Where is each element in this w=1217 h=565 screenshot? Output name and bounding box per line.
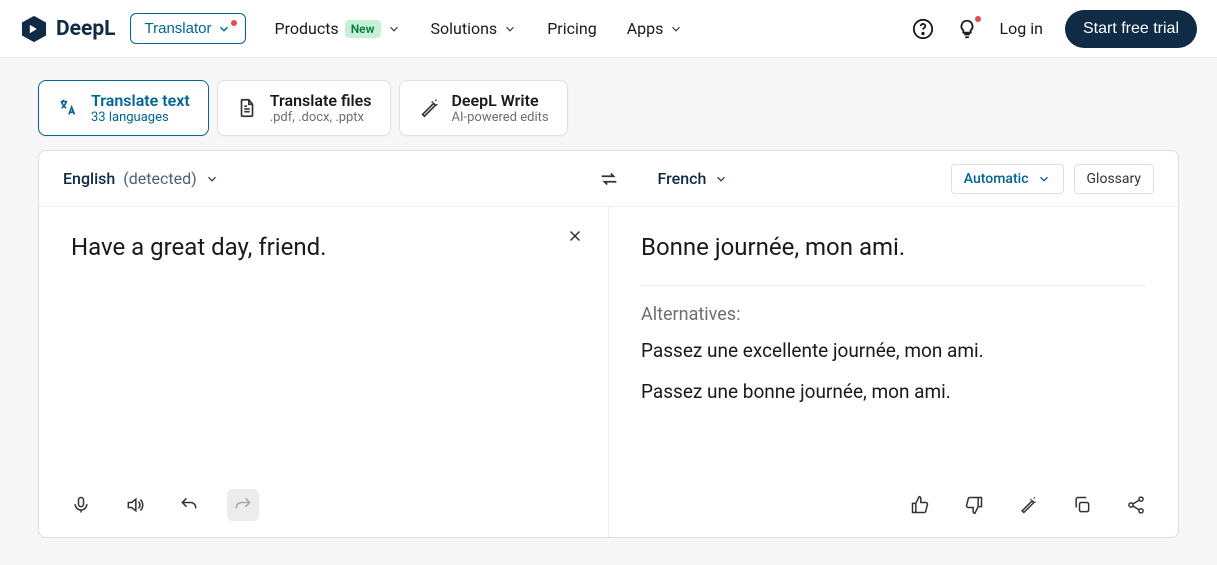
microphone-button[interactable] <box>65 489 97 521</box>
tab-write[interactable]: DeepL Write AI-powered edits <box>399 80 568 136</box>
close-icon <box>566 227 584 245</box>
glossary-label: Glossary <box>1087 171 1141 187</box>
glossary-button[interactable]: Glossary <box>1074 164 1154 194</box>
translator-label: Translator <box>145 20 212 37</box>
copy-button[interactable] <box>1066 489 1098 521</box>
chevron-down-icon <box>217 22 231 36</box>
redo-icon <box>233 495 253 515</box>
microphone-icon <box>71 495 91 515</box>
thumbs-down-button[interactable] <box>958 489 990 521</box>
nav-apps[interactable]: Apps <box>627 19 684 38</box>
alternatives-label: Alternatives: <box>641 304 1146 325</box>
translator-panel: English (detected) French Automatic Glos… <box>38 150 1179 538</box>
chevron-down-icon <box>669 22 683 36</box>
target-column: Bonne journée, mon ami. Alternatives: Pa… <box>609 207 1178 537</box>
share-button[interactable] <box>1120 489 1152 521</box>
thumbs-down-icon <box>964 495 984 515</box>
swap-icon <box>598 168 620 190</box>
target-toolbar <box>904 489 1152 521</box>
chevron-down-icon <box>1037 172 1051 186</box>
nav-solutions[interactable]: Solutions <box>431 19 518 38</box>
notifications-button[interactable] <box>956 18 978 40</box>
source-toolbar <box>65 489 259 521</box>
tab-translate-text-title: Translate text <box>91 91 190 110</box>
chevron-down-icon <box>503 22 517 36</box>
nav-products[interactable]: Products New <box>274 19 400 38</box>
source-column: Have a great day, friend. <box>39 207 609 537</box>
alternative-item[interactable]: Passez une excellente journée, mon ami. <box>641 339 1146 362</box>
help-button[interactable] <box>912 18 934 40</box>
tab-translate-text[interactable]: Translate text 33 languages <box>38 80 209 136</box>
improve-button[interactable] <box>1012 489 1044 521</box>
translate-text-icon <box>57 97 79 119</box>
detected-label: (detected) <box>123 169 196 188</box>
logo-text: DeepL <box>56 17 116 41</box>
undo-icon <box>179 495 199 515</box>
automatic-label: Automatic <box>964 171 1029 187</box>
nav-solutions-label: Solutions <box>431 19 498 38</box>
nav-pricing[interactable]: Pricing <box>547 19 597 38</box>
lightbulb-icon <box>956 18 978 40</box>
copy-icon <box>1072 495 1092 515</box>
notification-dot <box>231 20 237 26</box>
nav-apps-label: Apps <box>627 19 664 38</box>
document-icon <box>236 97 258 119</box>
tab-translate-files-sub: .pdf, .docx, .pptx <box>270 110 372 125</box>
thumbs-up-button[interactable] <box>904 489 936 521</box>
source-language-select[interactable]: English (detected) <box>63 169 219 188</box>
tab-translate-files[interactable]: Translate files .pdf, .docx, .pptx <box>217 80 391 136</box>
top-header: DeepL Translator Products New Solutions … <box>0 0 1217 58</box>
logo-icon <box>20 15 48 43</box>
divider <box>641 285 1146 286</box>
nav-products-label: Products <box>274 19 338 38</box>
source-text-input[interactable]: Have a great day, friend. <box>71 231 551 431</box>
new-badge: New <box>345 20 381 38</box>
translator-dropdown[interactable]: Translator <box>130 13 247 44</box>
mode-tabs: Translate text 33 languages Translate fi… <box>0 58 1217 150</box>
nav-pricing-label: Pricing <box>547 19 597 38</box>
tab-write-sub: AI-powered edits <box>452 110 549 125</box>
translation-body: Have a great day, friend. Bonne journée,… <box>39 207 1178 537</box>
undo-button[interactable] <box>173 489 205 521</box>
speaker-button[interactable] <box>119 489 151 521</box>
tab-translate-text-sub: 33 languages <box>91 110 190 125</box>
tab-translate-files-title: Translate files <box>270 91 372 110</box>
notification-dot <box>975 16 981 22</box>
language-bar: English (detected) French Automatic Glos… <box>39 151 1178 207</box>
automatic-dropdown[interactable]: Automatic <box>951 164 1064 194</box>
share-icon <box>1126 495 1146 515</box>
speaker-icon <box>125 495 145 515</box>
tab-write-title: DeepL Write <box>452 91 549 110</box>
start-trial-button[interactable]: Start free trial <box>1065 10 1197 48</box>
target-language-select[interactable]: French <box>658 169 729 188</box>
help-icon <box>912 18 934 40</box>
chevron-down-icon <box>714 172 728 186</box>
magic-wand-icon <box>418 97 440 119</box>
header-right: Log in Start free trial <box>912 10 1197 48</box>
swap-languages-button[interactable] <box>584 151 634 206</box>
source-language-label: English <box>63 169 115 188</box>
logo[interactable]: DeepL <box>20 15 116 43</box>
magic-wand-icon <box>1018 495 1038 515</box>
thumbs-up-icon <box>910 495 930 515</box>
main-nav: Products New Solutions Pricing Apps <box>274 19 683 38</box>
target-language-label: French <box>658 169 707 188</box>
login-link[interactable]: Log in <box>1000 19 1043 38</box>
chevron-down-icon <box>205 172 219 186</box>
alternative-item[interactable]: Passez une bonne journée, mon ami. <box>641 380 1146 403</box>
clear-source-button[interactable] <box>566 227 584 245</box>
redo-button <box>227 489 259 521</box>
chevron-down-icon <box>387 22 401 36</box>
target-text-output: Bonne journée, mon ami. <box>641 231 1146 263</box>
